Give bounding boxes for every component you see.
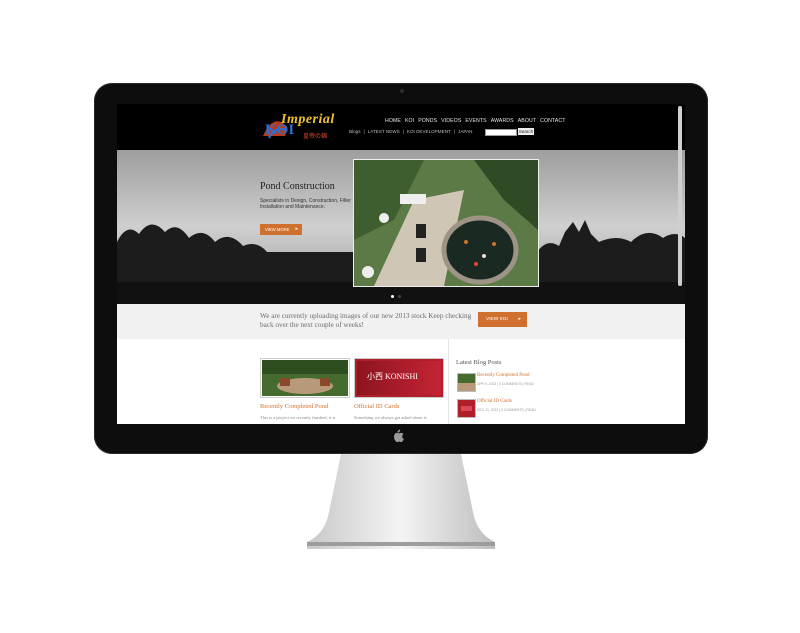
sidebar-post-title[interactable]: Official ID Cards (477, 399, 512, 404)
sidebar-post-title[interactable]: Recently Completed Pond (477, 373, 530, 378)
sub-nav: Blogs | LATEST NEWS | KOI DEVELOPMENT | … (349, 129, 472, 134)
konishi-card-icon (458, 400, 475, 417)
post-excerpt: This is a project we recently finished, … (260, 415, 336, 420)
apple-logo-icon (391, 429, 405, 445)
logo-koi: KOI (265, 122, 295, 138)
notice-text: We are currently uploading images of our… (260, 312, 472, 329)
site-logo[interactable]: Imperial KOI 皇帝の錦 (259, 112, 343, 142)
post-thumbnail[interactable] (260, 358, 350, 398)
main-content: Recently Completed Pond This is a projec… (117, 339, 685, 424)
sidebar-post-item[interactable]: Recently Completed Pond APR 9, 2013 | 0 … (457, 373, 577, 393)
nav-ponds[interactable]: PONDS (418, 118, 437, 124)
subnav-separator: | (402, 129, 404, 134)
search-input[interactable] (485, 129, 517, 136)
nav-home[interactable]: HOME (385, 118, 401, 124)
slider-dot[interactable] (398, 295, 401, 298)
column-divider (448, 339, 449, 424)
nav-about[interactable]: ABOUT (518, 118, 536, 124)
browser-viewport: Imperial KOI 皇帝の錦 HOME KOI PONDS VIDEOS … (117, 104, 685, 424)
pond-photo-icon (262, 360, 348, 396)
subnav-separator: | (363, 129, 365, 134)
subnav-blogs[interactable]: Blogs (349, 129, 361, 134)
sidebar-title: Latest Blog Posts (456, 359, 502, 366)
browser-scrollbar[interactable] (678, 106, 682, 424)
nav-contact[interactable]: CONTACT (540, 118, 565, 124)
hero-title: Pond Construction (260, 181, 335, 192)
monitor-stand (307, 454, 495, 549)
post-excerpt: Something we always get asked about is (354, 415, 427, 420)
view-koi-button[interactable]: VIEW KOI ▸ (478, 312, 527, 327)
sidebar-post-item[interactable]: Official ID Cards DEC 21, 2012 | 0 COMME… (457, 399, 577, 419)
scrollbar-thumb[interactable] (678, 106, 682, 286)
subnav-koi-development[interactable]: KOI DEVELOPMENT (407, 129, 451, 134)
pond-photo-icon (354, 160, 538, 286)
pond-photo-icon (458, 374, 475, 391)
sidebar-post-thumbnail[interactable] (457, 373, 476, 392)
hero-slider: Pond Construction Specialists in Design,… (117, 150, 685, 304)
nav-events[interactable]: EVENTS (465, 118, 486, 124)
slider-pager (391, 295, 401, 298)
view-koi-label: VIEW KOI (486, 317, 508, 322)
view-more-label: VIEW MORE (265, 227, 290, 232)
sidebar-post-meta: APR 9, 2013 | 0 COMMENTS | READ (477, 382, 534, 386)
post-title[interactable]: Official ID Cards (354, 403, 444, 410)
stock-notice: We are currently uploading images of our… (117, 304, 685, 339)
sidebar-post-meta: DEC 21, 2012 | 0 COMMENTS | READ (477, 408, 536, 412)
arrow-right-icon: ▸ (295, 226, 298, 232)
slider-dot[interactable] (391, 295, 394, 298)
nav-videos[interactable]: VIDEOS (441, 118, 461, 124)
sidebar-post-thumbnail[interactable] (457, 399, 476, 418)
view-more-button[interactable]: VIEW MORE ▸ (260, 224, 302, 235)
hero-description: Specialists in Design, Construction, Fil… (260, 198, 351, 210)
subnav-japan[interactable]: JAPAN (458, 129, 472, 134)
blog-post-card[interactable]: 小西 KONISHI Official ID Cards Something w… (354, 358, 444, 420)
camera-icon (400, 89, 404, 93)
site-header: Imperial KOI 皇帝の錦 HOME KOI PONDS VIDEOS … (117, 104, 685, 150)
main-nav: HOME KOI PONDS VIDEOS EVENTS AWARDS ABOU… (385, 118, 565, 124)
post-thumbnail[interactable]: 小西 KONISHI (354, 358, 444, 398)
post-title[interactable]: Recently Completed Pond (260, 403, 350, 410)
arrow-right-icon: ▸ (518, 316, 521, 322)
hero-pond-photo (353, 159, 539, 287)
blog-post-card[interactable]: Recently Completed Pond This is a projec… (260, 358, 350, 420)
konishi-card-text: 小西 KONISHI (367, 372, 418, 381)
nav-awards[interactable]: AWARDS (491, 118, 514, 124)
nav-koi[interactable]: KOI (405, 118, 414, 124)
logo-subtitle: 皇帝の錦 (303, 134, 328, 140)
subnav-separator: | (453, 129, 456, 134)
subnav-latest-news[interactable]: LATEST NEWS (368, 129, 400, 134)
search-button[interactable]: Search (518, 128, 534, 135)
